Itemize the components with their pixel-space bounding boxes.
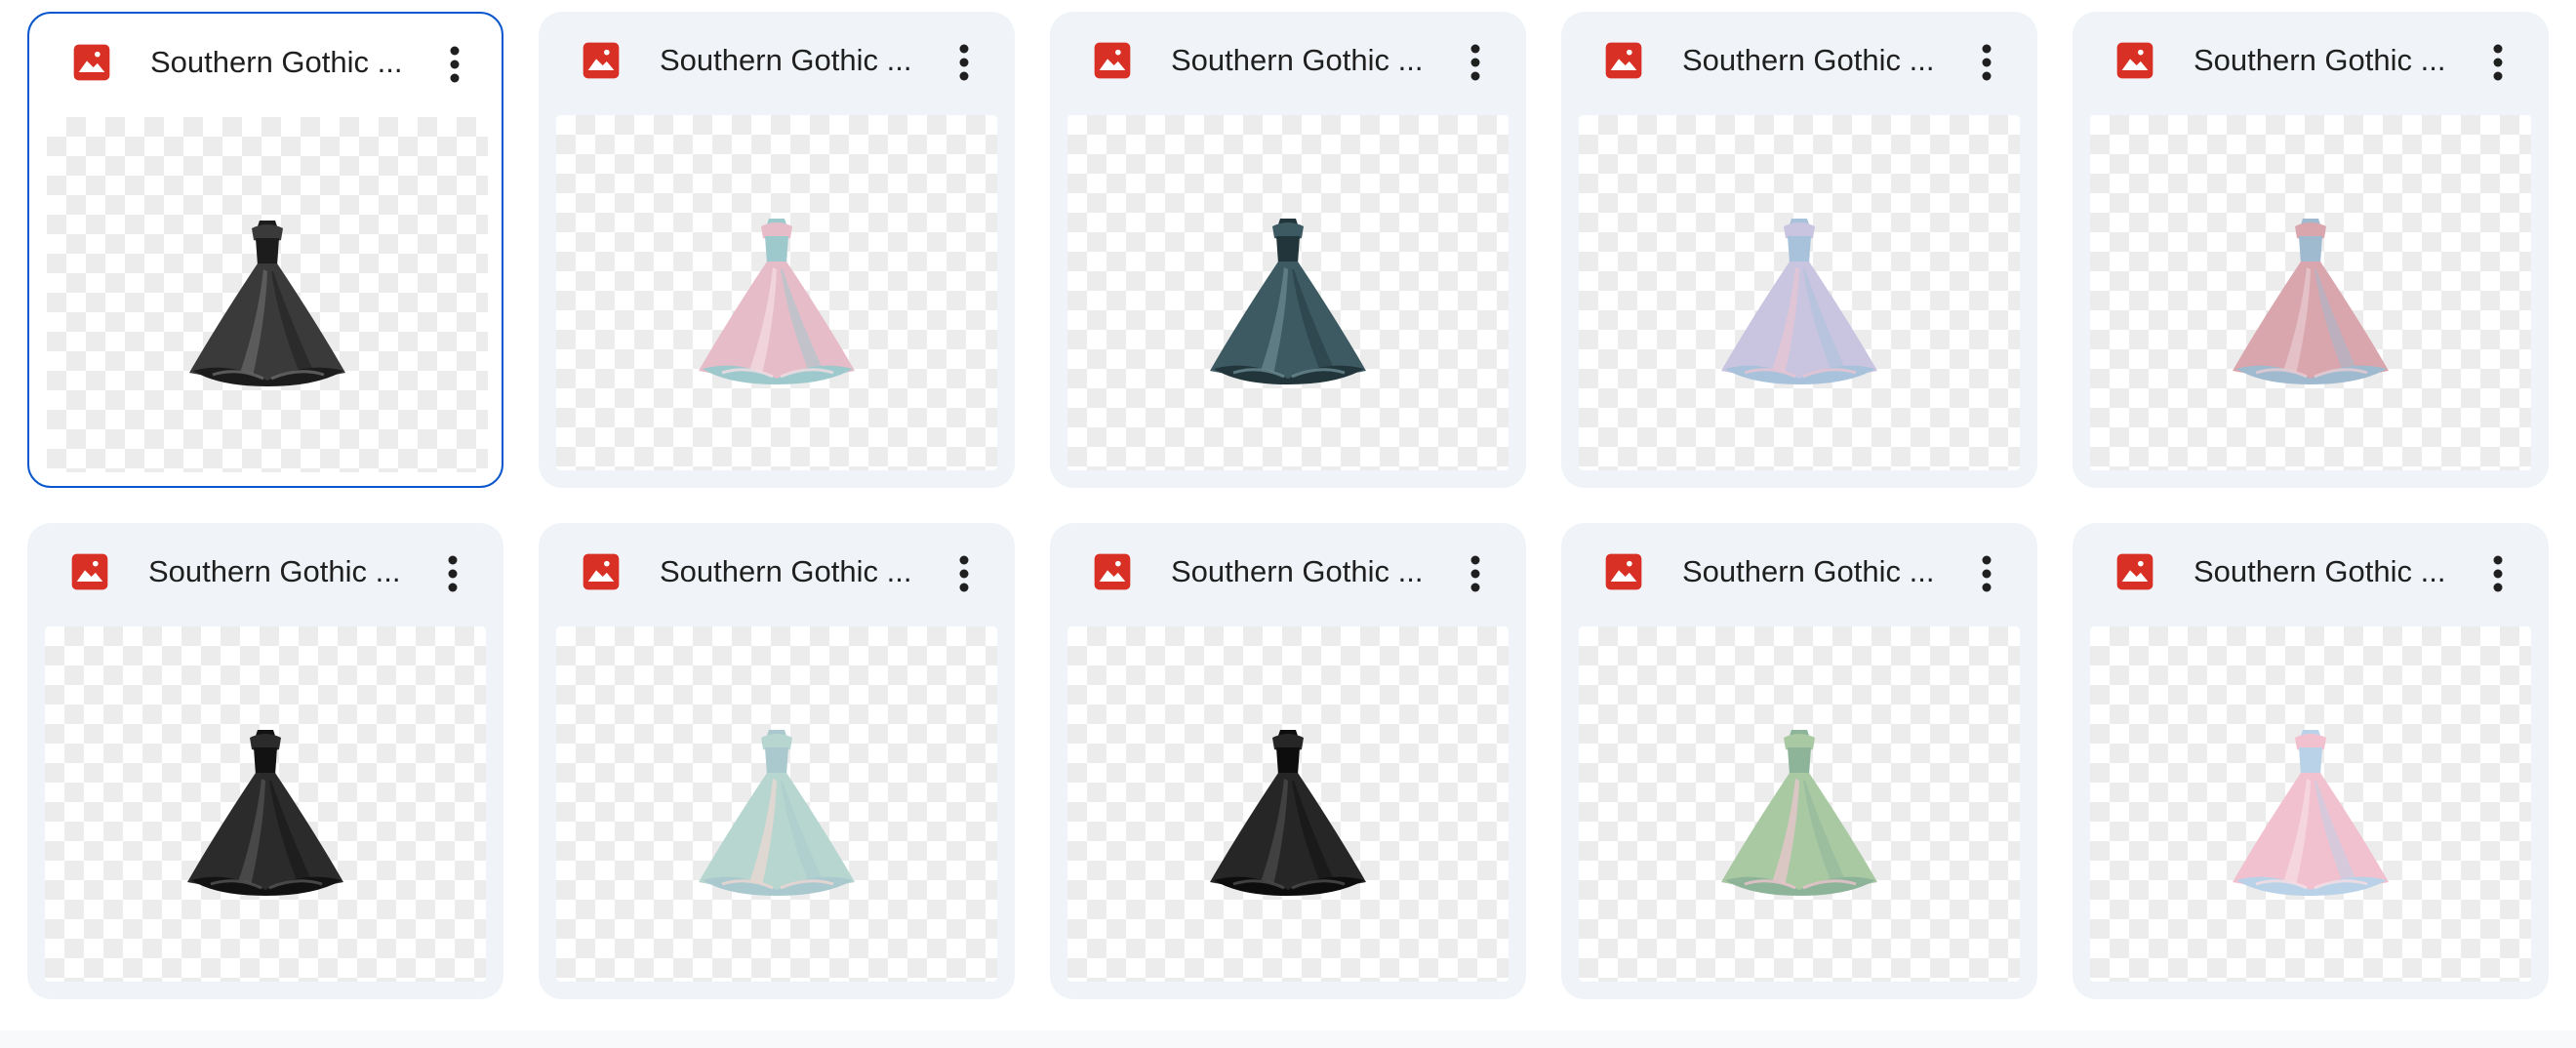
file-card-header: Southern Gothic ... <box>27 523 503 636</box>
image-thumbnail[interactable] <box>45 626 486 982</box>
pink-and-teal-gown-image <box>699 219 855 384</box>
rose-and-blue-gown-image <box>2233 219 2389 384</box>
image-file-icon <box>1605 42 1642 79</box>
file-name: Southern Gothic ... <box>1682 43 1935 77</box>
file-name: Southern Gothic ... <box>2194 554 2446 588</box>
grid-bottom-edge <box>0 1030 2576 1048</box>
sage-green-and-pink-gown-image <box>1721 730 1877 896</box>
file-card[interactable]: Southern Gothic ... <box>539 523 1015 999</box>
file-card-header: Southern Gothic ... <box>539 523 1015 636</box>
file-name: Southern Gothic ... <box>148 554 401 588</box>
image-thumbnail[interactable] <box>1579 115 2020 470</box>
file-card[interactable]: Southern Gothic ... <box>2073 12 2549 488</box>
black-tulle-gown-image <box>187 730 343 896</box>
image-file-icon <box>2116 42 2153 79</box>
file-card[interactable]: Southern Gothic ... <box>2073 523 2549 999</box>
black-ballgown-image <box>1210 730 1366 896</box>
file-grid: Southern Gothic ... Southern Gothic ... So… <box>0 0 2576 1048</box>
image-file-icon <box>73 44 110 81</box>
image-file-icon <box>2116 553 2153 590</box>
file-name: Southern Gothic ... <box>2194 43 2446 77</box>
more-vert-icon[interactable] <box>2467 543 2529 605</box>
lavender-blue-pink-gown-image <box>1721 219 1877 384</box>
file-card-header: Southern Gothic ... <box>1050 12 1526 125</box>
more-vert-icon[interactable] <box>933 543 995 605</box>
more-vert-icon[interactable] <box>1444 31 1507 94</box>
image-thumbnail[interactable] <box>2090 626 2531 982</box>
file-card-header: Southern Gothic ... <box>29 14 502 127</box>
image-thumbnail[interactable] <box>556 115 997 470</box>
image-file-icon <box>1605 553 1642 590</box>
image-thumbnail[interactable] <box>1067 626 1509 982</box>
image-thumbnail[interactable] <box>1579 626 2020 982</box>
mint-and-blush-gown-image <box>699 730 855 896</box>
file-card[interactable]: Southern Gothic ... <box>539 12 1015 488</box>
file-card[interactable]: Southern Gothic ... <box>1561 12 2037 488</box>
dark-charcoal-ruffled-gown-image <box>189 221 345 386</box>
file-name: Southern Gothic ... <box>1171 43 1424 77</box>
more-vert-icon[interactable] <box>423 33 486 96</box>
more-vert-icon[interactable] <box>933 31 995 94</box>
file-name: Southern Gothic ... <box>660 43 912 77</box>
file-name: Southern Gothic ... <box>1682 554 1935 588</box>
file-card-header: Southern Gothic ... <box>2073 523 2549 636</box>
file-card-header: Southern Gothic ... <box>1561 12 2037 125</box>
file-card-header: Southern Gothic ... <box>1561 523 2037 636</box>
file-card[interactable]: Southern Gothic ... <box>1050 12 1526 488</box>
file-card[interactable]: Southern Gothic ... <box>1050 523 1526 999</box>
file-name: Southern Gothic ... <box>150 45 403 79</box>
more-vert-icon[interactable] <box>1955 543 2018 605</box>
image-file-icon <box>583 553 620 590</box>
file-card-header: Southern Gothic ... <box>2073 12 2549 125</box>
image-file-icon <box>1094 553 1131 590</box>
pastel-pink-blue-gown-image <box>2233 730 2389 896</box>
file-card-header: Southern Gothic ... <box>539 12 1015 125</box>
image-thumbnail[interactable] <box>556 626 997 982</box>
file-card[interactable]: Southern Gothic ... <box>27 12 503 488</box>
image-file-icon <box>71 553 108 590</box>
file-card-header: Southern Gothic ... <box>1050 523 1526 636</box>
image-thumbnail[interactable] <box>47 117 488 472</box>
file-card[interactable]: Southern Gothic ... <box>1561 523 2037 999</box>
more-vert-icon[interactable] <box>1444 543 1507 605</box>
image-file-icon <box>583 42 620 79</box>
dark-teal-gown-image <box>1210 219 1366 384</box>
image-thumbnail[interactable] <box>2090 115 2531 470</box>
image-thumbnail[interactable] <box>1067 115 1509 470</box>
file-name: Southern Gothic ... <box>660 554 912 588</box>
file-card[interactable]: Southern Gothic ... <box>27 523 503 999</box>
more-vert-icon[interactable] <box>422 543 484 605</box>
file-name: Southern Gothic ... <box>1171 554 1424 588</box>
more-vert-icon[interactable] <box>1955 31 2018 94</box>
more-vert-icon[interactable] <box>2467 31 2529 94</box>
image-file-icon <box>1094 42 1131 79</box>
